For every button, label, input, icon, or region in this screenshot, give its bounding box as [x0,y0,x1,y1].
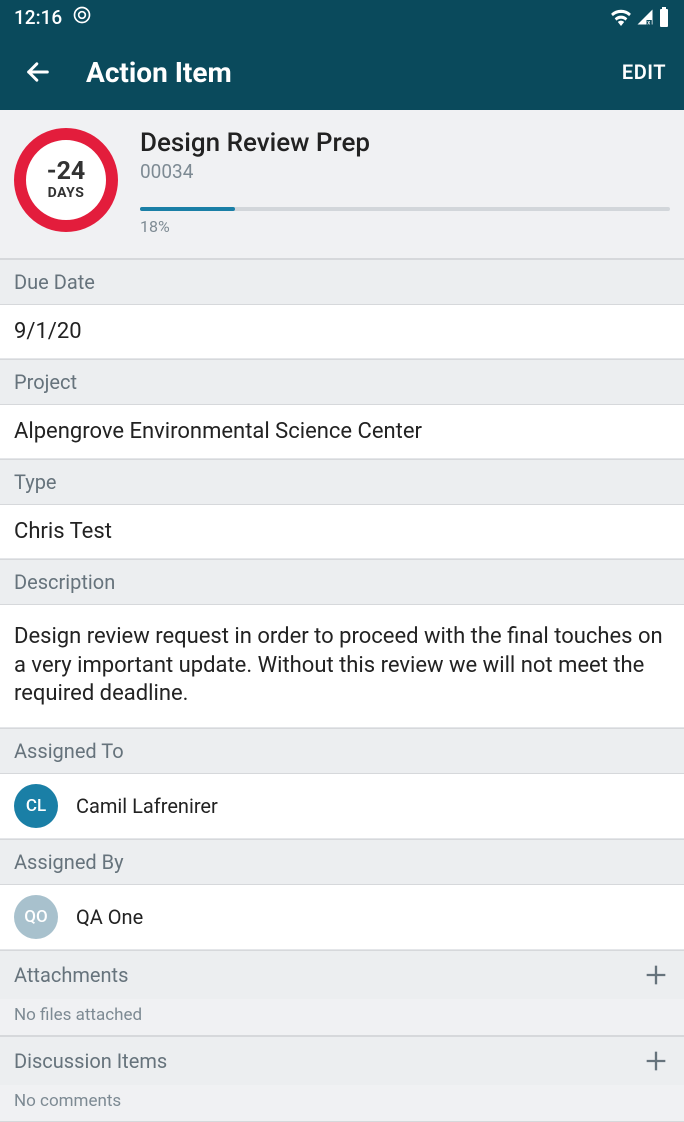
page-title: Action Item [86,56,622,89]
description-value: Design review request in order to procee… [0,605,684,728]
assigned-by-row[interactable]: QO QA One [0,885,684,950]
discussion-empty: No comments [0,1085,684,1122]
project-label: Project [0,359,684,405]
description-label: Description [0,559,684,605]
days-label: DAYS [48,185,85,201]
avatar: CL [14,784,58,828]
add-discussion-button[interactable] [642,1047,670,1075]
item-id: 00034 [140,160,670,183]
project-value: Alpengrove Environmental Science Center [0,405,684,459]
edit-button[interactable]: EDIT [622,60,666,84]
due-date-value: 9/1/20 [0,305,684,359]
add-attachment-button[interactable] [642,961,670,989]
attachments-label: Attachments [14,963,128,987]
status-time: 12:16 [14,6,62,29]
assigned-to-label: Assigned To [0,728,684,774]
signal-icon: x [636,8,654,26]
attachments-empty: No files attached [0,999,684,1036]
sync-icon [72,5,92,30]
type-label: Type [0,459,684,505]
status-bar: 12:16 x [0,0,684,34]
app-bar: Action Item EDIT [0,34,684,110]
days-value: -24 [47,159,86,185]
item-header: -24 DAYS Design Review Prep 00034 18% [0,110,684,259]
wifi-icon [610,8,632,26]
assigned-by-label: Assigned By [0,839,684,885]
progress-percent: 18% [140,217,670,236]
discussion-label: Discussion Items [14,1049,167,1073]
item-title: Design Review Prep [140,128,670,158]
assigned-by-name: QA One [76,905,143,929]
progress-fill [140,207,235,211]
assigned-to-name: Camil Lafrenirer [76,794,218,818]
discussion-header: Discussion Items [0,1036,684,1085]
assigned-to-row[interactable]: CL Camil Lafrenirer [0,774,684,839]
type-value: Chris Test [0,505,684,559]
days-countdown-ring: -24 DAYS [14,128,118,232]
battery-icon [658,7,670,27]
attachments-header: Attachments [0,950,684,999]
avatar: QO [14,895,58,939]
back-button[interactable] [20,54,56,90]
svg-text:x: x [647,20,650,27]
progress-bar [140,207,670,211]
due-date-label: Due Date [0,259,684,305]
